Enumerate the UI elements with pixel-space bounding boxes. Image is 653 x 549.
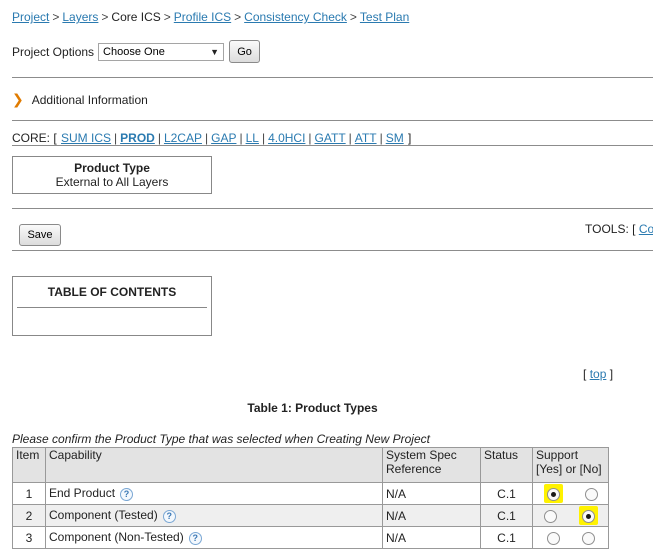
- header-item: Item: [12, 447, 46, 483]
- product-type-subtitle: External to All Layers: [55, 175, 169, 189]
- breadcrumb-separator: >: [234, 10, 242, 24]
- header-status: Status: [480, 447, 533, 483]
- project-options-select-value: Choose One: [103, 45, 165, 58]
- core-nav-divider: |: [348, 131, 352, 145]
- core-nav-divider: |: [239, 131, 243, 145]
- header-reference: System Spec Reference: [382, 447, 481, 483]
- help-icon[interactable]: ?: [162, 509, 176, 523]
- header-reference-line-1: System Spec: [386, 448, 457, 462]
- header-support-line-1: Support: [536, 448, 579, 462]
- product-type-box: Product Type External to All Layers: [12, 156, 212, 194]
- table-row: 2 Component (Tested)? N/A C.1: [12, 504, 609, 527]
- header-support-line-2: [Yes] or [No]: [536, 462, 602, 476]
- project-options-label: Project Options: [12, 44, 95, 59]
- header-reference-line-2: Reference: [386, 462, 442, 476]
- core-nav-gatt[interactable]: GATT: [315, 131, 346, 145]
- chevron-down-icon: ▼: [210, 46, 220, 57]
- table-title: Table 1: Product Types: [247, 401, 378, 415]
- help-icon[interactable]: ?: [188, 531, 202, 545]
- support-highlight: [543, 484, 563, 503]
- core-nav-ll[interactable]: LL: [246, 131, 259, 145]
- core-nav-divider: |: [308, 131, 312, 145]
- product-types-table: Item Capability System Spec Reference St…: [12, 447, 609, 549]
- radio-yes[interactable]: [546, 487, 560, 501]
- table-row: 1 End Product? N/A C.1: [12, 482, 609, 505]
- cell-reference: N/A: [382, 482, 481, 505]
- additional-information-label: Additional Information: [31, 92, 148, 107]
- breadcrumb-current: Core ICS: [111, 10, 161, 24]
- chevron-right-icon: ❯: [12, 91, 24, 107]
- capability-label: End Product: [49, 486, 116, 501]
- breadcrumb-separator: >: [52, 10, 60, 24]
- breadcrumb-layers-link[interactable]: Layers: [62, 10, 98, 24]
- toc-title: TABLE OF CONTENTS: [47, 285, 177, 299]
- core-nav-divider: |: [157, 131, 161, 145]
- divider: [12, 120, 653, 121]
- core-nav-sm[interactable]: SM: [386, 131, 404, 145]
- divider: [12, 145, 653, 146]
- capability-label: Component (Non-Tested): [49, 530, 184, 545]
- breadcrumb-separator: >: [101, 10, 109, 24]
- tools-link[interactable]: Co: [639, 222, 653, 236]
- divider: [12, 250, 653, 251]
- core-nav-divider: |: [204, 131, 209, 145]
- core-nav-divider: |: [261, 131, 266, 145]
- core-nav-divider: |: [114, 131, 118, 145]
- header-support: Support [Yes] or [No]: [532, 447, 609, 483]
- core-nav-hci[interactable]: 4.0HCI: [268, 131, 305, 145]
- breadcrumb-separator: >: [349, 10, 357, 24]
- cell-reference: N/A: [382, 504, 481, 527]
- cell-capability: Component (Tested)?: [45, 504, 383, 527]
- radio-no[interactable]: [581, 531, 595, 545]
- go-button[interactable]: Go: [229, 40, 261, 63]
- support-highlight: [578, 506, 598, 525]
- top-link-open-bracket: [: [583, 367, 587, 381]
- help-icon[interactable]: ?: [120, 487, 134, 501]
- tools-label: TOOLS: [: [585, 222, 636, 236]
- table-of-contents: TABLE OF CONTENTS: [12, 276, 212, 336]
- product-type-title: Product Type: [74, 161, 150, 175]
- cell-status: C.1: [480, 482, 533, 505]
- breadcrumb: Project > Layers > Core ICS > Profile ICS > Cons…: [12, 10, 409, 24]
- toc-divider: [17, 307, 207, 308]
- breadcrumb-test-plan-link[interactable]: Test Plan: [360, 10, 409, 24]
- top-link-close-bracket: ]: [609, 367, 614, 381]
- cell-status: C.1: [480, 504, 533, 527]
- save-button[interactable]: Save: [19, 224, 61, 246]
- table-instruction: Please confirm the Product Type that was…: [12, 432, 430, 446]
- core-nav-suffix: ]: [408, 131, 412, 145]
- core-nav-prefix: CORE: [: [12, 131, 57, 145]
- core-nav-l2cap[interactable]: L2CAP: [164, 131, 202, 145]
- additional-information-toggle[interactable]: ❯ Additional Information: [12, 91, 148, 108]
- table-header-row: Item Capability System Spec Reference St…: [12, 447, 609, 483]
- cell-capability: End Product?: [45, 482, 383, 505]
- project-options-select[interactable]: Choose One ▼: [98, 42, 225, 61]
- core-nav-divider: |: [379, 131, 383, 145]
- header-capability: Capability: [45, 447, 383, 483]
- radio-no[interactable]: [581, 509, 595, 523]
- cell-item: 1: [12, 482, 46, 505]
- core-nav-sum-ics[interactable]: SUM ICS: [61, 131, 111, 145]
- core-nav-att[interactable]: ATT: [355, 131, 377, 145]
- project-options-row: Project Options Choose One ▼ Go: [12, 40, 261, 63]
- core-nav-prod[interactable]: PROD: [120, 131, 155, 145]
- top-link[interactable]: top: [590, 367, 607, 381]
- cell-support: [532, 482, 609, 505]
- capability-label: Component (Tested): [49, 508, 158, 523]
- divider: [12, 77, 653, 78]
- core-nav: CORE: [ SUM ICS | PROD | L2CAP | GAP | LL | 4.0HCI…: [12, 131, 411, 145]
- top-link-wrapper: [ top ]: [583, 367, 613, 381]
- cell-support: [532, 504, 609, 527]
- radio-no[interactable]: [584, 487, 598, 501]
- divider: [12, 208, 653, 209]
- breadcrumb-separator: >: [163, 10, 171, 24]
- breadcrumb-consistency-check-link[interactable]: Consistency Check: [244, 10, 347, 24]
- tools-menu: TOOLS: [ Co: [585, 222, 653, 236]
- core-nav-gap[interactable]: GAP: [211, 131, 236, 145]
- breadcrumb-project-link[interactable]: Project: [12, 10, 49, 24]
- breadcrumb-profile-ics-link[interactable]: Profile ICS: [174, 10, 231, 24]
- radio-yes[interactable]: [543, 509, 557, 523]
- cell-item: 2: [12, 504, 46, 527]
- radio-yes[interactable]: [546, 531, 560, 545]
